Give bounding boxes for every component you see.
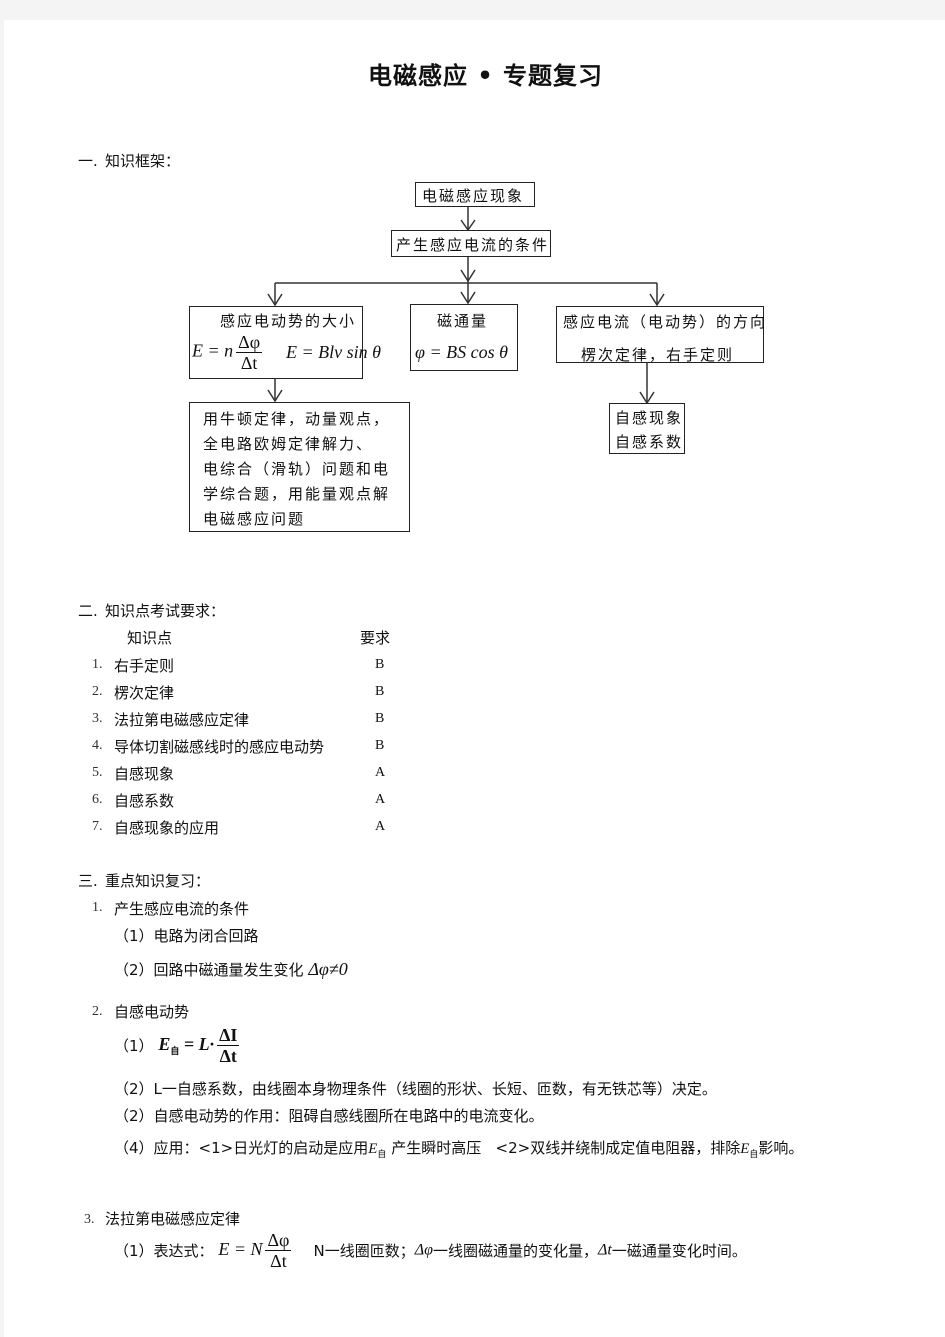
formula-emf-faraday-lhs: E = n xyxy=(192,340,234,361)
item1-sub2: （2）回路中磁通量发生变化 Δφ≠0 xyxy=(114,959,348,980)
node-methods-line3: 电综合（滑轨）问题和电 xyxy=(203,460,391,478)
e-self-symbol: E自 xyxy=(368,1141,387,1159)
formula-self-emf-subscript: 自 xyxy=(170,1045,180,1056)
formula-self-emf-den: Δt xyxy=(219,1046,237,1066)
item3-title: 法拉第电磁感应定律 xyxy=(105,1210,241,1228)
item2-sub4: （4）应用：<1>日光灯的启动是应用E自 产生瞬时高压 <2>双线并绕制成定值电… xyxy=(114,1137,803,1160)
row-num: 2. xyxy=(92,684,103,699)
item2-title: 自感电动势 xyxy=(114,1003,190,1021)
item2-sub1: （1） E自 = L· ΔI Δt xyxy=(114,1025,242,1066)
faraday-desc-dphi-symbol: Δφ xyxy=(414,1241,434,1259)
node-condition: 产生感应电流的条件 xyxy=(391,230,551,257)
formula-emf-faraday-den: Δt xyxy=(240,353,258,373)
formula-emf-faraday-num: Δφ xyxy=(236,332,263,353)
row-grade: B xyxy=(375,657,385,672)
item1-sub2-text: （2）回路中磁通量发生变化 xyxy=(114,961,304,979)
formula-faraday-den: Δt xyxy=(270,1251,287,1271)
row-topic: 法拉第电磁感应定律 xyxy=(114,711,250,729)
node-flux-title: 磁通量 xyxy=(437,312,489,330)
row-grade: B xyxy=(375,738,385,753)
node-emf-title: 感应电动势的大小 xyxy=(220,312,357,330)
faraday-desc-dt-symbol: Δt xyxy=(598,1241,612,1259)
node-condition-label: 产生感应电流的条件 xyxy=(396,236,550,254)
row-grade: A xyxy=(375,819,386,834)
formula-faraday-lhs: E = N xyxy=(218,1238,263,1259)
formula-self-emf: E自 = L· ΔI Δt xyxy=(158,1025,242,1066)
item3-sub1-prefix: （1）表达式： xyxy=(114,1242,214,1260)
faraday-desc-dt: 一磁通量变化时间。 xyxy=(611,1242,747,1260)
item2-sub1-prefix: （1） xyxy=(114,1037,154,1055)
node-direction-subtitle: 楞次定律，右手定则 xyxy=(581,346,735,364)
formula-emf-motional: E = Blv sin θ xyxy=(286,342,381,362)
section3-heading: 重点知识复习： xyxy=(105,872,211,890)
row-num: 5. xyxy=(92,765,103,780)
formula-self-emf-lhs: E xyxy=(158,1033,171,1054)
node-phenomenon-label: 电磁感应现象 xyxy=(422,187,525,205)
section3-label: 三. xyxy=(78,872,98,890)
row-topic: 右手定则 xyxy=(114,657,175,675)
row-grade: B xyxy=(375,711,385,726)
section2-label: 二. xyxy=(78,602,98,620)
formula-self-emf-num: ΔI xyxy=(217,1025,240,1046)
node-methods-line5: 电磁感应问题 xyxy=(203,510,306,528)
formula-self-emf-mid: = L· xyxy=(183,1033,215,1054)
item2-sub4-b: 产生瞬时高压 xyxy=(391,1139,482,1157)
node-methods-line4: 学综合题，用能量观点解 xyxy=(203,485,391,503)
item2-sub2: （2）L一自感系数，由线圈本身物理条件（线圈的形状、长短、匝数，有无铁芯等）决定… xyxy=(114,1080,717,1098)
formula-emf-faraday: E = n Δφ Δt xyxy=(192,332,265,373)
row-topic: 自感现象的应用 xyxy=(114,819,220,837)
node-self-induction: 自感现象 自感系数 xyxy=(609,403,685,454)
row-num: 6. xyxy=(92,792,103,807)
node-methods-line2: 全电路欧姆定律解力、 xyxy=(203,435,374,453)
item3-sub1: （1）表达式： E = N Δφ Δt N一线圈匝数；Δφ一线圈磁通量的变化量，Δt… xyxy=(114,1230,747,1271)
row-grade: B xyxy=(375,684,385,699)
formula-faraday-num: Δφ xyxy=(265,1230,292,1251)
e-self-symbol-sub: 自 xyxy=(377,1149,387,1159)
item2-sub4-d: 影响。 xyxy=(758,1139,804,1157)
item1-sub1: （1）电路为闭合回路 xyxy=(114,927,259,945)
row-topic: 自感系数 xyxy=(114,792,175,810)
node-self-line2: 自感系数 xyxy=(615,433,684,451)
node-emf-magnitude: 感应电动势的大小 E = n Δφ Δt E = Blv sin θ xyxy=(189,306,381,379)
item3-num: 3. xyxy=(84,1212,95,1227)
col-header-requirement: 要求 xyxy=(360,629,391,647)
node-direction-title: 感应电流（电动势）的方向 xyxy=(563,313,768,331)
section2-heading: 知识点考试要求： xyxy=(105,602,226,620)
node-methods-line1: 用牛顿定律，动量观点， xyxy=(203,410,391,428)
node-methods: 用牛顿定律，动量观点， 全电路欧姆定律解力、 电综合（滑轨）问题和电 学综合题，… xyxy=(189,402,410,532)
e-self-symbol: E自 xyxy=(740,1141,758,1159)
item2-num: 2. xyxy=(92,1004,103,1019)
row-num: 3. xyxy=(92,711,103,726)
row-grade: A xyxy=(375,792,386,807)
node-flux: 磁通量 φ = BS cos θ xyxy=(410,304,518,371)
formula-flux: φ = BS cos θ xyxy=(415,342,508,362)
faraday-desc-n: N一线圈匝数； xyxy=(313,1242,415,1260)
formula-flux-change: Δφ≠0 xyxy=(308,959,348,979)
item2-sub3: （2）自感电动势的作用：阻碍自感线圈所在电路中的电流变化。 xyxy=(114,1107,544,1125)
row-num: 4. xyxy=(92,738,103,753)
faraday-desc-dphi: 一线圈磁通量的变化量， xyxy=(433,1242,599,1260)
row-num: 7. xyxy=(92,819,103,834)
node-direction: 感应电流（电动势）的方向 楞次定律，右手定则 xyxy=(556,306,768,364)
row-num: 1. xyxy=(92,657,103,672)
row-grade: A xyxy=(375,765,386,780)
formula-faraday: E = N Δφ Δt xyxy=(218,1230,294,1271)
row-topic: 自感现象 xyxy=(114,765,175,783)
item1-num: 1. xyxy=(92,900,103,915)
e-self-symbol-letter: E xyxy=(740,1141,750,1157)
node-self-line1: 自感现象 xyxy=(615,409,684,427)
item2-sub4-a: （4）应用：<1>日光灯的启动是应用 xyxy=(114,1139,369,1157)
item1-title: 产生感应电流的条件 xyxy=(114,900,250,918)
row-topic: 导体切割磁感线时的感应电动势 xyxy=(114,738,325,756)
col-header-topic: 知识点 xyxy=(127,629,173,647)
row-topic: 楞次定律 xyxy=(114,684,175,702)
node-phenomenon: 电磁感应现象 xyxy=(415,182,535,207)
item2-sub4-c: <2>双线并绕制成定值电阻器，排除 xyxy=(495,1139,741,1157)
